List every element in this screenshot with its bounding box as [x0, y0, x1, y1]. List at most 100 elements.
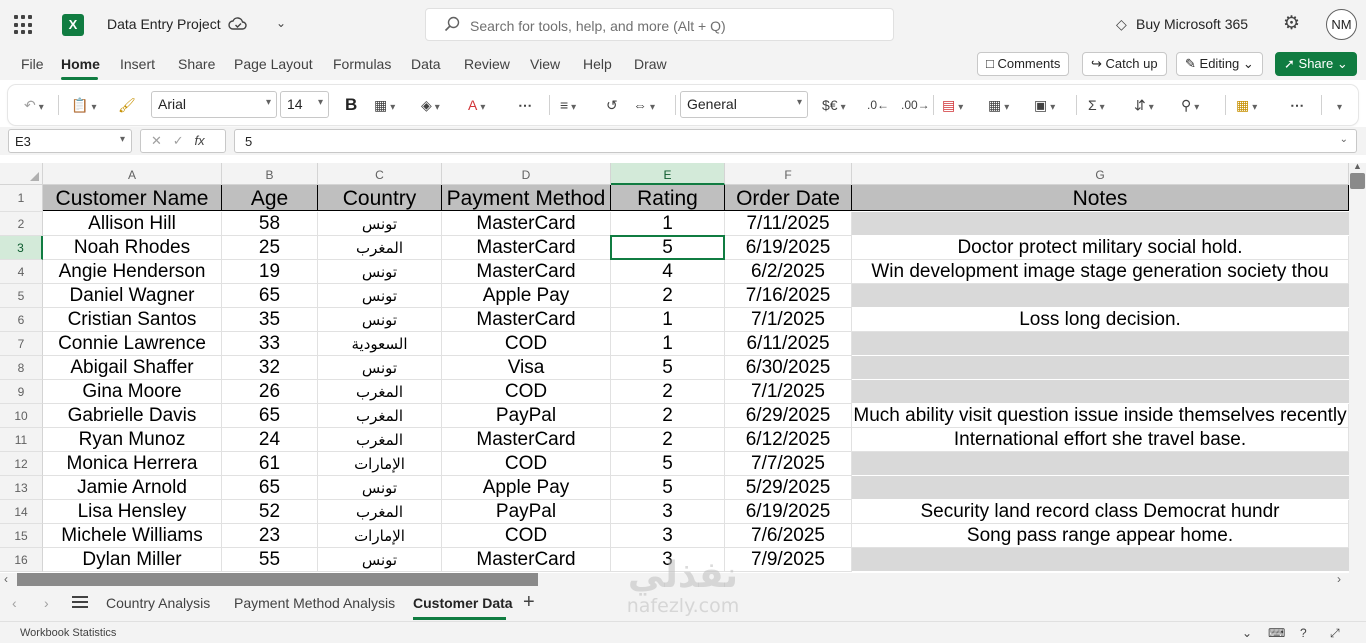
add-sheet-icon[interactable]: +: [523, 591, 535, 614]
menu-share[interactable]: Share: [178, 56, 215, 72]
table-cell[interactable]: [852, 452, 1349, 476]
scroll-left-icon[interactable]: ‹: [4, 572, 8, 586]
table-cell[interactable]: 35: [222, 308, 318, 332]
row-header-10[interactable]: 10: [0, 404, 43, 428]
menu-data[interactable]: Data: [411, 56, 441, 72]
row-header-12[interactable]: 12: [0, 452, 43, 476]
font-size-select[interactable]: 14 ▾: [280, 91, 329, 118]
table-cell[interactable]: Dylan Miller: [43, 548, 222, 572]
table-cell[interactable]: MasterCard: [442, 428, 611, 452]
table-cell[interactable]: المغرب: [318, 236, 442, 260]
scroll-right-icon[interactable]: ›: [1337, 572, 1341, 586]
table-cell[interactable]: International effort she travel base.: [852, 428, 1349, 452]
table-cell[interactable]: 6/11/2025: [725, 332, 852, 356]
table-cell[interactable]: 24: [222, 428, 318, 452]
fill-color-icon[interactable]: ◈ ▾: [421, 93, 440, 117]
wrap-text-icon[interactable]: ↺: [606, 93, 618, 117]
chevron-down-icon[interactable]: ⌄: [1242, 626, 1252, 640]
table-cell[interactable]: 1: [611, 332, 725, 356]
sort-filter-icon[interactable]: ⇵ ▾: [1134, 93, 1154, 117]
column-header-g[interactable]: G: [852, 163, 1349, 185]
row-header-3[interactable]: 3: [0, 236, 43, 260]
menu-draw[interactable]: Draw: [634, 56, 667, 72]
table-cell[interactable]: COD: [442, 332, 611, 356]
table-cell[interactable]: PayPal: [442, 500, 611, 524]
table-cell[interactable]: 6/19/2025: [725, 236, 852, 260]
table-cell[interactable]: تونس: [318, 308, 442, 332]
editing-mode-button[interactable]: ✎ Editing ⌄: [1176, 52, 1263, 76]
scroll-up-icon[interactable]: ▲: [1353, 163, 1362, 171]
table-cell[interactable]: تونس: [318, 548, 442, 572]
comments-button[interactable]: □ Comments: [977, 52, 1070, 76]
table-cell[interactable]: 6/2/2025: [725, 260, 852, 284]
header-cell[interactable]: Rating: [611, 185, 725, 211]
table-cell[interactable]: 61: [222, 452, 318, 476]
table-cell[interactable]: 7/7/2025: [725, 452, 852, 476]
all-sheets-menu-icon[interactable]: [72, 596, 88, 610]
find-icon[interactable]: ⚲ ▾: [1181, 93, 1199, 117]
insert-function-button[interactable]: fx: [195, 133, 205, 148]
table-cell[interactable]: [852, 548, 1349, 572]
conditional-formatting-icon[interactable]: ▤ ▾: [942, 93, 963, 117]
row-header-13[interactable]: 13: [0, 476, 43, 500]
row-header-6[interactable]: 6: [0, 308, 43, 332]
share-button[interactable]: ➚ Share ⌄: [1275, 52, 1357, 76]
table-cell[interactable]: 3: [611, 524, 725, 548]
table-cell[interactable]: 55: [222, 548, 318, 572]
table-cell[interactable]: 19: [222, 260, 318, 284]
row-header-9[interactable]: 9: [0, 380, 43, 404]
decrease-decimal-icon[interactable]: .0←: [867, 93, 889, 117]
header-cell[interactable]: Order Date: [725, 185, 852, 211]
table-cell[interactable]: COD: [442, 524, 611, 548]
table-cell[interactable]: Doctor protect military social hold.: [852, 236, 1349, 260]
table-cell[interactable]: Michele Williams: [43, 524, 222, 548]
table-cell[interactable]: Abigail Shaffer: [43, 356, 222, 380]
spreadsheet-grid[interactable]: A B C D E F G 1 2 3 4 5 6 7 8 9 10 11 12 13 14 15 16 Customer N…: [0, 163, 1366, 573]
table-cell[interactable]: تونس: [318, 284, 442, 308]
help-icon[interactable]: ?: [1300, 626, 1307, 640]
prev-sheet-icon[interactable]: ‹: [12, 595, 17, 611]
table-cell[interactable]: السعودية: [318, 332, 442, 356]
row-header-5[interactable]: 5: [0, 284, 43, 308]
catch-up-button[interactable]: ↪ Catch up: [1082, 52, 1167, 76]
table-cell[interactable]: Daniel Wagner: [43, 284, 222, 308]
table-cell[interactable]: 7/1/2025: [725, 380, 852, 404]
table-cell[interactable]: Angie Henderson: [43, 260, 222, 284]
number-format-select[interactable]: General ▾: [680, 91, 808, 118]
menu-view[interactable]: View: [530, 56, 560, 72]
table-cell[interactable]: 5: [611, 476, 725, 500]
cloud-saved-icon[interactable]: [228, 14, 248, 34]
table-cell[interactable]: Win development image stage generation s…: [852, 260, 1349, 284]
table-cell[interactable]: Security land record class Democrat hund…: [852, 500, 1349, 524]
table-cell[interactable]: Song pass range appear home.: [852, 524, 1349, 548]
table-cell[interactable]: [852, 212, 1349, 236]
table-cell[interactable]: Allison Hill: [43, 212, 222, 236]
table-cell[interactable]: 6/12/2025: [725, 428, 852, 452]
table-cell[interactable]: [852, 356, 1349, 380]
table-cell[interactable]: 65: [222, 476, 318, 500]
row-header-4[interactable]: 4: [0, 260, 43, 284]
more-font-options-icon[interactable]: ⋯: [518, 93, 532, 117]
scrollbar-thumb[interactable]: [17, 573, 538, 586]
table-cell[interactable]: 6/19/2025: [725, 500, 852, 524]
row-header-14[interactable]: 14: [0, 500, 43, 524]
table-cell[interactable]: Ryan Munoz: [43, 428, 222, 452]
column-header-f[interactable]: F: [725, 163, 852, 185]
cancel-icon[interactable]: ✕: [151, 133, 162, 148]
app-launcher-icon[interactable]: [14, 15, 34, 35]
table-cell[interactable]: 5: [611, 356, 725, 380]
menu-page-layout[interactable]: Page Layout: [234, 56, 313, 72]
header-cell[interactable]: Country: [318, 185, 442, 211]
header-cell[interactable]: Payment Method: [442, 185, 611, 211]
font-color-icon[interactable]: A ▾: [468, 93, 485, 117]
font-name-select[interactable]: Arial ▾: [151, 91, 277, 118]
table-cell[interactable]: [852, 332, 1349, 356]
table-cell[interactable]: 52: [222, 500, 318, 524]
undo-icon[interactable]: ↶ ▾: [24, 93, 44, 117]
table-cell[interactable]: Monica Herrera: [43, 452, 222, 476]
table-cell[interactable]: MasterCard: [442, 308, 611, 332]
tab-payment-method-analysis[interactable]: Payment Method Analysis: [234, 595, 395, 611]
table-cell[interactable]: 7/1/2025: [725, 308, 852, 332]
row-header-2[interactable]: 2: [0, 212, 43, 236]
keyboard-icon[interactable]: ⌨: [1268, 626, 1285, 640]
